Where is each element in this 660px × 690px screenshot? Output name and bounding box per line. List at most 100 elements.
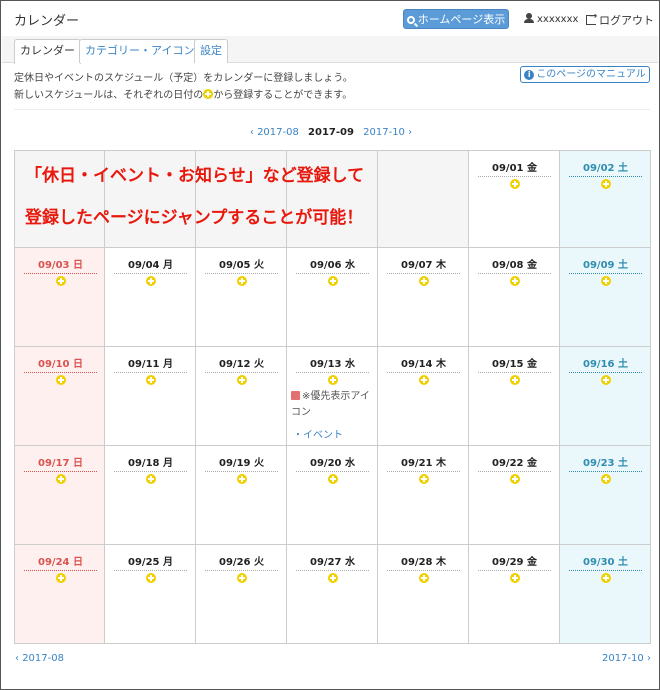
calendar-day-cell: 09/21 木 [378,446,469,545]
day-label: 09/14 木 [387,355,460,373]
calendar-day-cell: 09/25 月 [105,545,196,643]
day-label: 09/28 木 [387,553,460,571]
overlay-text-line-1: 「休日・イベント・お知らせ」など登録して [25,166,365,186]
calendar-day-cell: 09/27 水 [287,545,378,643]
day-label: 09/25 月 [114,553,187,571]
tab-calendar[interactable]: カレンダー [14,39,81,64]
add-schedule-icon[interactable] [510,276,520,286]
description-text-before: 新しいスケジュールは、それぞれの日付の [14,90,204,101]
add-schedule-icon[interactable] [510,474,520,484]
add-schedule-icon[interactable] [237,573,247,583]
add-schedule-icon[interactable] [419,276,429,286]
add-schedule-icon[interactable] [510,573,520,583]
add-schedule-icon[interactable] [510,179,520,189]
calendar-day-cell: 09/17 日 [15,446,105,545]
day-label: 09/24 日 [24,553,97,571]
add-icon [203,89,214,99]
add-schedule-icon[interactable] [146,474,156,484]
bottom-next-month-link[interactable]: 2017-10 › [602,653,651,664]
logout-icon [586,11,597,25]
bottom-next-month-label: 2017-10 [602,653,644,664]
add-schedule-icon[interactable] [56,276,66,286]
add-schedule-icon[interactable] [601,179,611,189]
day-label: 09/11 月 [114,355,187,373]
calendar-day-cell: 09/05 火 [196,248,287,347]
tab-category-icon[interactable]: カテゴリー・アイコン [79,39,201,63]
add-schedule-icon[interactable] [146,375,156,385]
calendar-day-cell: 09/16 土 [560,347,650,446]
user-icon [524,13,534,23]
day-label: 09/15 金 [478,355,551,373]
divider [14,109,650,110]
day-label: 09/19 火 [205,454,278,472]
add-schedule-icon[interactable] [237,276,247,286]
add-schedule-icon[interactable] [601,276,611,286]
bottom-prev-month-label: 2017-08 [22,653,64,664]
add-schedule-icon[interactable] [328,573,338,583]
calendar-empty-cell [378,151,469,248]
current-month: 2017-09 [308,127,354,138]
add-schedule-icon[interactable] [419,375,429,385]
add-schedule-icon[interactable] [328,474,338,484]
day-label: 09/01 金 [478,159,551,177]
add-schedule-icon[interactable] [328,375,338,385]
add-schedule-icon[interactable] [237,474,247,484]
calendar-day-cell: 09/06 水 [287,248,378,347]
tab-settings[interactable]: 設定 [194,39,228,63]
event-link[interactable]: ・イベント [293,426,343,441]
day-label: 09/03 日 [24,256,97,274]
search-icon [406,16,415,24]
tab-bar: カレンダー カテゴリー・アイコン 設定 [2,36,658,64]
calendar-day-cell: 09/23 土 [560,446,650,545]
calendar-day-cell: 09/03 日 [15,248,105,347]
day-label: 09/20 水 [296,454,369,472]
logout-link[interactable]: ログアウト [586,11,654,28]
calendar-day-cell: 09/30 土 [560,545,650,643]
add-schedule-icon[interactable] [601,375,611,385]
day-label: 09/12 火 [205,355,278,373]
calendar-day-cell: 09/19 火 [196,446,287,545]
day-label: 09/09 土 [569,256,642,274]
calendar-day-cell: 09/11 月 [105,347,196,446]
calendar-day-cell: 09/09 土 [560,248,650,347]
add-schedule-icon[interactable] [237,375,247,385]
logout-label: ログアウト [599,14,654,27]
add-schedule-icon[interactable] [146,276,156,286]
event-category-icon [291,391,300,400]
priority-event[interactable]: ※優先表示アイコン [291,389,375,421]
calendar-day-cell: 09/12 火 [196,347,287,446]
day-label: 09/26 火 [205,553,278,571]
add-schedule-icon[interactable] [56,375,66,385]
calendar-day-cell: 09/18 月 [105,446,196,545]
day-label: 09/29 金 [478,553,551,571]
day-label: 09/23 土 [569,454,642,472]
add-schedule-icon[interactable] [601,573,611,583]
add-schedule-icon[interactable] [56,573,66,583]
description-line-2: 新しいスケジュールは、それぞれの日付の から登録することができます。 [14,87,353,104]
add-schedule-icon[interactable] [419,573,429,583]
day-label: 09/13 水 [296,355,369,373]
prev-month-link[interactable]: ‹ 2017-08 [250,127,299,138]
day-label: 09/30 土 [569,553,642,571]
calendar-day-cell: 09/14 木 [378,347,469,446]
homepage-button[interactable]: ホームページ表示 [403,9,509,29]
user-info: xxxxxxx [524,13,578,25]
add-schedule-icon[interactable] [510,375,520,385]
overlay-text-line-2: 登録したページにジャンプすることが可能！ [25,208,364,228]
add-schedule-icon[interactable] [601,474,611,484]
manual-button[interactable]: i このページのマニュアル [520,66,650,83]
info-icon: i [524,70,535,80]
add-schedule-icon[interactable] [146,573,156,583]
calendar-day-cell: 09/08 金 [469,248,560,347]
manual-button-label: このページのマニュアル [536,69,646,80]
calendar-day-cell: 09/13 水 ※優先表示アイコン・イベント [287,347,378,446]
calendar-day-cell: 09/22 金 [469,446,560,545]
next-month-link[interactable]: 2017-10 › [363,127,412,138]
bottom-prev-month-link[interactable]: ‹ 2017-08 [15,653,64,664]
add-schedule-icon[interactable] [56,474,66,484]
add-schedule-icon[interactable] [419,474,429,484]
add-schedule-icon[interactable] [328,276,338,286]
username: xxxxxxx [537,14,579,25]
day-label: 09/06 水 [296,256,369,274]
description-text-after: から登録することができます。 [213,90,353,101]
